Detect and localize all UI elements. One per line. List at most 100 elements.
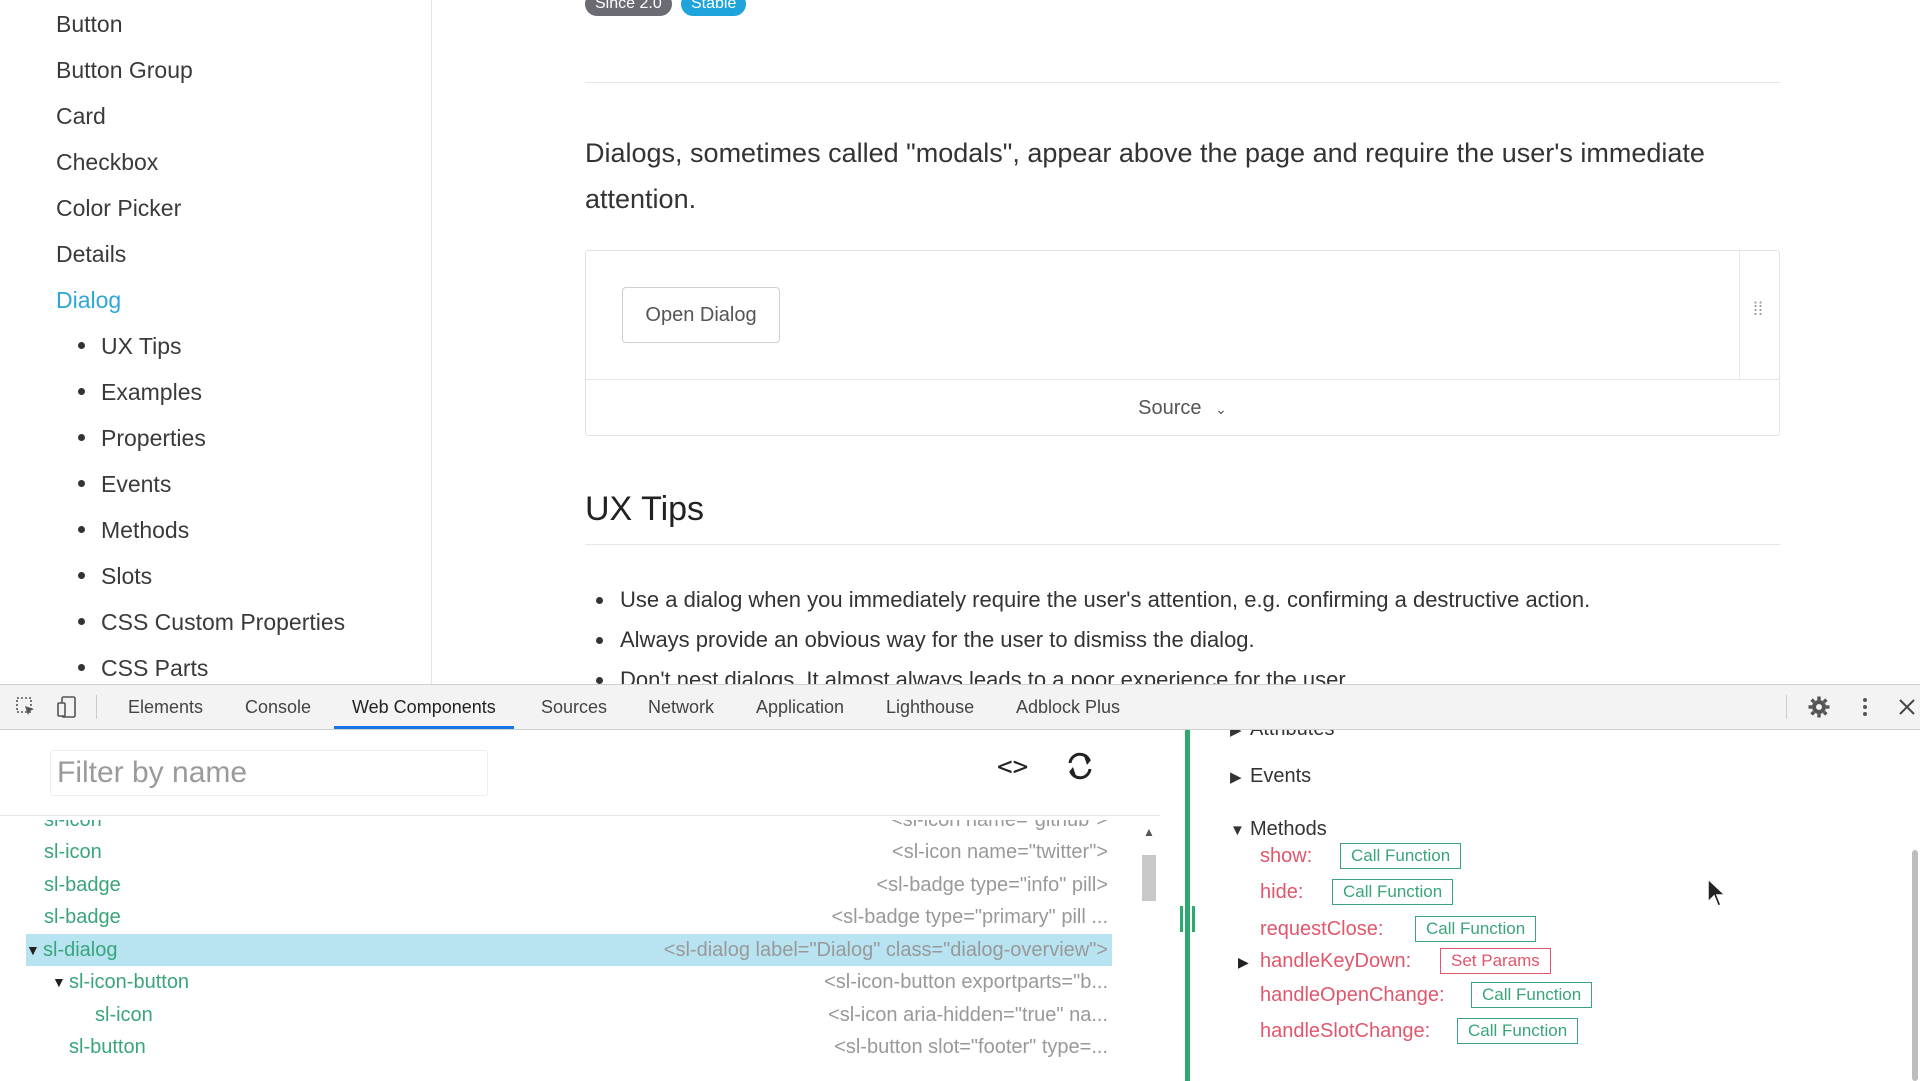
attributes-section[interactable]: ▶ Attributes: [1230, 730, 1334, 741]
method-row: hide: Call Function: [1260, 879, 1454, 909]
sidebar-item-button[interactable]: Button: [56, 9, 123, 39]
tree-row[interactable]: ▼ sl-icon-button <sl-icon-button exportp…: [26, 966, 1112, 998]
sidebar-item-card[interactable]: Card: [56, 101, 106, 131]
method-row: handleSlotChange: Call Function: [1260, 1018, 1579, 1048]
tree-node-desc: <sl-dialog label="Dialog" class="dialog-…: [663, 939, 1108, 961]
expand-arrow-icon[interactable]: ▼: [52, 966, 66, 998]
call-function-button[interactable]: Call Function: [1340, 843, 1462, 869]
call-function-button[interactable]: Call Function: [1332, 879, 1454, 905]
tip-item: Don't nest dialogs. It almost always lea…: [596, 667, 1351, 684]
toolbar-separator: [96, 695, 97, 719]
device-toolbar-icon[interactable]: [56, 695, 80, 719]
tab-lighthouse[interactable]: Lighthouse: [886, 685, 974, 729]
call-function-button[interactable]: Call Function: [1471, 982, 1593, 1008]
method-name: hide:: [1260, 881, 1304, 903]
tree-row[interactable]: sl-badge <sl-badge type="primary" pill .…: [26, 901, 1112, 933]
close-icon[interactable]: [1895, 695, 1919, 719]
divider: [585, 82, 1780, 83]
tip-item: Always provide an obvious way for the us…: [596, 627, 1255, 652]
sidebar-subitem-examples[interactable]: Examples: [78, 377, 202, 407]
tab-console[interactable]: Console: [245, 685, 311, 729]
tree-node-name: sl-icon: [44, 820, 102, 831]
sidebar-subitem-slots[interactable]: Slots: [78, 561, 152, 591]
tree-row[interactable]: sl-badge <sl-badge type="info" pill>: [26, 869, 1112, 901]
tab-sources[interactable]: Sources: [541, 685, 607, 729]
scroll-up-icon[interactable]: ▲: [1143, 825, 1155, 839]
call-function-button[interactable]: Call Function: [1415, 916, 1537, 942]
open-dialog-button[interactable]: Open Dialog: [622, 287, 780, 343]
resize-handle-icon[interactable]: ⁞⁞: [1752, 300, 1764, 327]
sidebar-item-checkbox[interactable]: Checkbox: [56, 147, 158, 177]
tab-elements[interactable]: Elements: [128, 685, 203, 729]
demo-divider: [586, 379, 1779, 380]
docs-page: Button Button Group Card Checkbox Color …: [0, 0, 1920, 684]
sidebar-subitem-events[interactable]: Events: [78, 469, 171, 499]
tree-node-desc: <sl-icon-button exportparts="b...: [824, 971, 1108, 993]
component-details-pane: ▶ Attributes ▶ Events ▼ Methods show: Call …: [1190, 730, 1920, 1081]
tab-adblock-plus[interactable]: Adblock Plus: [1016, 685, 1120, 729]
tab-web-components[interactable]: Web Components: [334, 685, 514, 729]
tree-row[interactable]: sl-icon <sl-icon name="twitter">: [26, 836, 1112, 868]
docs-sidebar: Button Button Group Card Checkbox Color …: [0, 0, 432, 684]
refresh-icon[interactable]: [1062, 748, 1098, 784]
chevron-down-icon: ⌄: [1215, 401, 1227, 417]
expanded-arrow-icon: ▼: [1230, 822, 1245, 839]
method-row: show: Call Function: [1260, 843, 1462, 873]
tree-node-desc: <sl-icon name="github">: [890, 820, 1108, 831]
events-section[interactable]: ▶ Events: [1230, 765, 1311, 788]
method-row: ▶ handleKeyDown: Set Params: [1238, 948, 1551, 978]
set-params-button[interactable]: Set Params: [1440, 948, 1551, 974]
method-name: show:: [1260, 845, 1313, 867]
sidebar-item-color-picker[interactable]: Color Picker: [56, 193, 181, 223]
method-name: handleOpenChange:: [1260, 984, 1445, 1006]
tree-node-desc: <sl-badge type="primary" pill ...: [831, 906, 1108, 928]
method-row: handleOpenChange: Call Function: [1260, 982, 1593, 1012]
scroll-thumb[interactable]: [1142, 855, 1156, 901]
component-tree-pane: <> sl-icon <sl-icon name="github"> sl-ic…: [0, 730, 1160, 1081]
sidebar-subitem-properties[interactable]: Properties: [78, 423, 206, 453]
docs-content: Since 2.0 Stable Dialogs, sometimes call…: [585, 0, 1780, 684]
collapsed-arrow-icon: ▶: [1230, 769, 1242, 786]
tree-node-name: sl-button: [69, 1036, 146, 1058]
method-name: handleKeyDown:: [1260, 950, 1412, 972]
divider: [585, 544, 1780, 545]
source-toggle[interactable]: Source ⌄: [586, 381, 1779, 435]
sidebar-subitem-ux-tips[interactable]: UX Tips: [78, 331, 182, 361]
gear-icon[interactable]: [1807, 695, 1831, 719]
sidebar-item-details[interactable]: Details: [56, 239, 126, 269]
details-scrollbar[interactable]: [1912, 850, 1918, 1081]
tree-node-desc: <sl-badge type="info" pill>: [876, 874, 1108, 896]
methods-section[interactable]: ▼ Methods: [1230, 818, 1327, 841]
tree-row[interactable]: sl-button <sl-button slot="footer" type=…: [26, 1031, 1112, 1063]
more-options-icon[interactable]: [1853, 695, 1877, 719]
tip-item: Use a dialog when you immediately requir…: [595, 587, 1591, 612]
code-toggle-icon[interactable]: <>: [997, 752, 1028, 782]
sidebar-subitem-css-parts[interactable]: CSS Parts: [78, 653, 208, 683]
tree-row[interactable]: sl-icon <sl-icon aria-hidden="true" na..…: [26, 999, 1112, 1031]
tree-node-name: sl-icon: [44, 841, 102, 863]
tree-scrollbar[interactable]: ▲: [1140, 825, 1156, 1081]
method-name: requestClose:: [1260, 918, 1384, 940]
tree-node-name: sl-badge: [44, 874, 121, 896]
sidebar-item-dialog[interactable]: Dialog: [56, 285, 121, 315]
filter-input[interactable]: [50, 750, 488, 796]
intro-paragraph: Dialogs, sometimes called "modals", appe…: [585, 138, 1705, 214]
call-function-button[interactable]: Call Function: [1457, 1018, 1579, 1044]
mouse-cursor-icon: [1707, 878, 1726, 907]
sidebar-subitem-css-custom-properties[interactable]: CSS Custom Properties: [78, 607, 345, 637]
tree-node-name: sl-icon-button: [69, 971, 190, 993]
devtools-toolbar: Elements Console Web Components Sources …: [0, 685, 1920, 730]
tab-application[interactable]: Application: [756, 685, 844, 729]
events-label: Events: [1250, 765, 1312, 787]
tree-row[interactable]: sl-icon <sl-icon name="github">: [26, 820, 1112, 836]
tree-node-name: sl-icon: [95, 1004, 153, 1026]
sidebar-item-button-group[interactable]: Button Group: [56, 55, 193, 85]
tab-network[interactable]: Network: [648, 685, 714, 729]
stable-badge: Stable: [681, 0, 747, 16]
tree-node-name: sl-badge: [44, 906, 121, 928]
expand-arrow-icon[interactable]: ▼: [26, 934, 40, 966]
collapsed-arrow-icon[interactable]: ▶: [1238, 954, 1249, 971]
tree-row-selected[interactable]: ▼ sl-dialog <sl-dialog label="Dialog" cl…: [26, 934, 1112, 966]
inspect-element-icon[interactable]: [14, 695, 38, 719]
sidebar-subitem-methods[interactable]: Methods: [78, 515, 189, 545]
